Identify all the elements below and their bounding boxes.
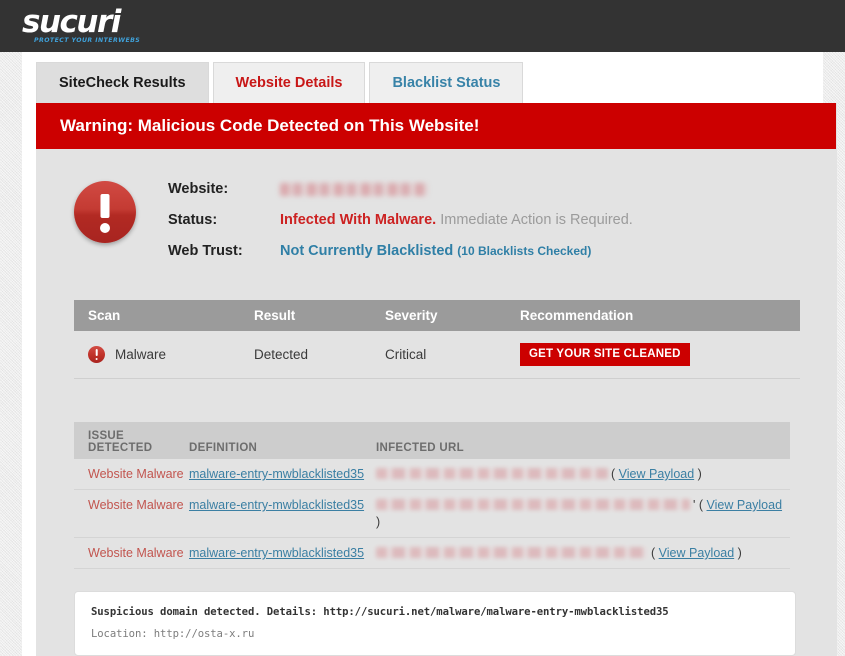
sucuri-logo[interactable]: sucuri PROTECT YOUR INTERWEBS xyxy=(22,4,142,45)
payload-location-line: Location: http://osta-x.ru xyxy=(91,628,255,640)
summary-rows: Website: Status: Infected With Malware. … xyxy=(168,179,633,274)
summary-row-webtrust: Web Trust: Not Currently Blacklisted (10… xyxy=(168,243,633,274)
scan-table-header: Scan Result Severity Recommendation xyxy=(74,300,800,331)
webtrust-label: Web Trust: xyxy=(168,243,243,259)
issue-type: Website Malware xyxy=(88,546,184,560)
definition-link[interactable]: malware-entry-mwblacklisted35 xyxy=(189,546,364,560)
redacted-infected-url xyxy=(376,547,648,558)
scan-header-recommendation: Recommendation xyxy=(520,308,634,323)
issues-header-line1: ISSUE xyxy=(88,430,125,442)
issue-url-cell: ( View Payload ) xyxy=(376,545,790,562)
payload-paren-close: ) xyxy=(376,515,381,529)
issues-header-line2: DETECTED xyxy=(88,441,153,454)
scan-cell-severity: Critical xyxy=(385,347,427,362)
definition-link[interactable]: malware-entry-mwblacklisted35 xyxy=(189,467,364,481)
definition-link[interactable]: malware-entry-mwblacklisted35 xyxy=(189,498,364,512)
scan-header-severity: Severity xyxy=(385,308,438,323)
list-item: Website Malware malware-entry-mwblacklis… xyxy=(74,490,790,538)
status-badge: Infected With Malware. xyxy=(280,212,437,228)
view-payload-link[interactable]: View Payload xyxy=(619,467,695,481)
scan-name: Malware xyxy=(115,347,167,362)
alert-exclamation-icon xyxy=(74,181,136,243)
tab-blacklist-status[interactable]: Blacklist Status xyxy=(369,62,524,103)
scan-header-result: Result xyxy=(254,308,296,323)
issues-header-definition: DEFINITION xyxy=(189,442,258,454)
status-label: Status: xyxy=(168,212,218,228)
scan-cell-recommendation: GET YOUR SITE CLEANED xyxy=(520,343,800,366)
header-bar: sucuri PROTECT YOUR INTERWEBS xyxy=(0,0,845,52)
get-site-cleaned-button[interactable]: GET YOUR SITE CLEANED xyxy=(520,343,690,366)
redacted-website-value xyxy=(280,182,428,196)
scan-header-scan: Scan xyxy=(88,308,121,323)
website-label: Website: xyxy=(168,181,229,197)
list-item: Website Malware malware-entry-mwblacklis… xyxy=(74,538,790,569)
redacted-infected-url xyxy=(376,499,690,510)
scan-cell-result: Detected xyxy=(254,347,309,362)
redacted-infected-url xyxy=(376,468,608,479)
issue-definition-cell: malware-entry-mwblacklisted35 xyxy=(189,497,376,514)
summary-row-website: Website: xyxy=(168,181,633,212)
logo-wordmark: sucuri xyxy=(22,4,121,40)
list-item: Website Malware malware-entry-mwblacklis… xyxy=(74,459,790,490)
tab-sitecheck-results[interactable]: SiteCheck Results xyxy=(36,62,209,103)
payload-paren-open: ( xyxy=(651,546,656,560)
warning-banner: Warning: Malicious Code Detected on This… xyxy=(36,103,836,149)
issues-table: ISSUE DETECTED DEFINITION INFECTED URL W… xyxy=(74,422,790,569)
issues-header-infected-url: INFECTED URL xyxy=(376,442,464,454)
payload-details-box: Suspicious domain detected. Details: htt… xyxy=(74,591,796,656)
view-payload-link[interactable]: View Payload xyxy=(707,498,783,512)
issue-type: Website Malware xyxy=(88,467,184,481)
issue-definition-cell: malware-entry-mwblacklisted35 xyxy=(189,466,376,483)
payload-paren-open: ( xyxy=(611,467,616,481)
issues-header-issue-detected: ISSUE DETECTED xyxy=(74,430,189,454)
payload-paren-close: ) xyxy=(737,546,742,560)
summary-block: Website: Status: Infected With Malware. … xyxy=(36,149,837,274)
logo-tagline: PROTECT YOUR INTERWEBS xyxy=(34,37,141,44)
view-payload-link[interactable]: View Payload xyxy=(659,546,735,560)
issue-type: Website Malware xyxy=(88,498,184,512)
issue-url-cell: ' ( View Payload ) xyxy=(376,497,790,531)
results-panel: Warning: Malicious Code Detected on This… xyxy=(36,103,837,656)
webtrust-value: Not Currently Blacklisted (10 Blacklists… xyxy=(280,243,591,259)
payload-detail-line: Suspicious domain detected. Details: htt… xyxy=(91,606,669,618)
issue-definition-cell: malware-entry-mwblacklisted35 xyxy=(189,545,376,562)
summary-row-status: Status: Infected With Malware. Immediate… xyxy=(168,212,633,243)
tab-bar: SiteCheck Results Website Details Blackl… xyxy=(36,62,527,103)
table-row: Malware Detected Critical GET YOUR SITE … xyxy=(74,331,800,379)
scan-results-table: Scan Result Severity Recommendation Malw… xyxy=(74,300,800,379)
webtrust-status: Not Currently Blacklisted xyxy=(280,243,454,259)
website-value xyxy=(280,181,428,197)
issue-url-cell: ( View Payload ) xyxy=(376,466,790,483)
scan-cell-scan: Malware xyxy=(74,346,254,363)
payload-paren-close: ) xyxy=(697,467,702,481)
issues-table-header: ISSUE DETECTED DEFINITION INFECTED URL xyxy=(74,422,790,459)
status-value: Infected With Malware. Immediate Action … xyxy=(280,212,633,228)
payload-paren-open: ' ( xyxy=(693,498,704,512)
status-note: Immediate Action is Required. xyxy=(440,212,633,228)
tab-website-details[interactable]: Website Details xyxy=(212,62,366,103)
malware-alert-icon xyxy=(88,346,105,363)
webtrust-note: (10 Blacklists Checked) xyxy=(457,244,592,258)
